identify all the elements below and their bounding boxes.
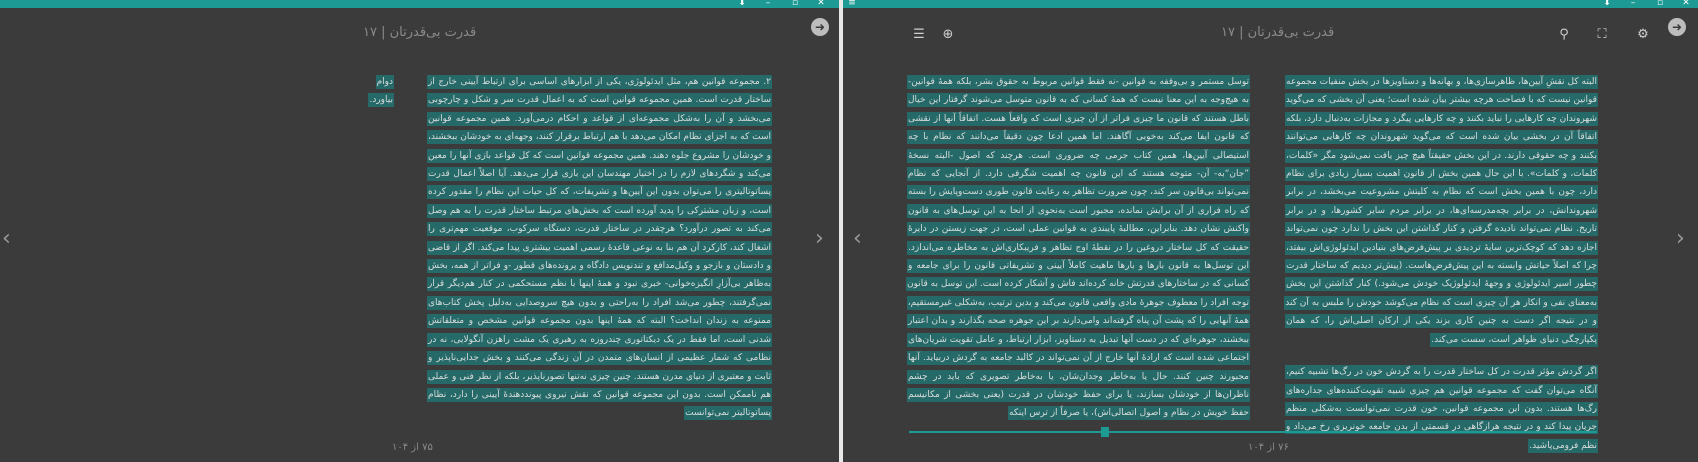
side-note: دوام بیاورد. bbox=[368, 75, 394, 108]
reading-progress-bar[interactable] bbox=[909, 431, 1597, 433]
prev-page-icon[interactable]: ‹ bbox=[853, 228, 862, 250]
download-icon[interactable]: ⬇ bbox=[735, 0, 749, 8]
title-bar: ⬇ – ▫ ✕ bbox=[0, 0, 839, 8]
page-text-column-right: البته کل نقشِ آیین‌ها، ظاهرسازی‌ها، و به… bbox=[1284, 73, 1598, 455]
back-icon[interactable]: ➜ bbox=[1668, 18, 1686, 36]
close-icon[interactable]: ✕ bbox=[1679, 0, 1693, 8]
highlighted-paragraph[interactable]: اگر گردش مؤثر قدرت در کل ساختار قدرت را … bbox=[1285, 365, 1598, 453]
reader-window-right: ≡ ⬇ – ▫ ✕ ➜ ⚙ ⛶ ⚲ ⊕ ☰ قدرت بی‌قدرتان | ۱… bbox=[843, 0, 1698, 462]
close-icon[interactable]: ✕ bbox=[814, 0, 828, 8]
reader-window-left: ⬇ – ▫ ✕ ➜ قدرت بی‌قدرتان | ۱۷ ‹ › دوام ب… bbox=[0, 0, 839, 462]
minimize-icon[interactable]: – bbox=[761, 0, 775, 8]
page-number: ۷۵ از ۱۰۴ bbox=[392, 442, 433, 453]
highlighted-paragraph[interactable]: ۲. مجموعه قوانین هم، مثل ایدئولوژی، یکی … bbox=[427, 75, 772, 421]
book-title: قدرت بی‌قدرتان | ۱۷ bbox=[1221, 25, 1335, 40]
gear-icon[interactable]: ⚙ bbox=[1635, 27, 1651, 43]
search-icon[interactable]: ⚲ bbox=[1556, 27, 1572, 43]
progress-slider-thumb[interactable] bbox=[1101, 427, 1109, 437]
book-title: قدرت بی‌قدرتان | ۱۷ bbox=[363, 25, 477, 40]
minimize-icon[interactable]: – bbox=[1626, 0, 1640, 8]
maximize-icon[interactable]: ▫ bbox=[1653, 0, 1667, 8]
prev-page-icon[interactable]: ‹ bbox=[2, 228, 11, 250]
back-icon[interactable]: ➜ bbox=[811, 18, 829, 36]
title-bar: ≡ ⬇ – ▫ ✕ bbox=[843, 0, 1698, 8]
maximize-icon[interactable]: ▫ bbox=[788, 0, 802, 8]
list-icon[interactable]: ☰ bbox=[911, 27, 927, 43]
fullscreen-icon[interactable]: ⛶ bbox=[1594, 27, 1610, 43]
download-icon[interactable]: ⬇ bbox=[1600, 0, 1614, 8]
reader-screen: ⬇ – ▫ ✕ ➜ قدرت بی‌قدرتان | ۱۷ ‹ › دوام ب… bbox=[0, 0, 1698, 462]
next-page-icon[interactable]: › bbox=[815, 228, 824, 250]
page-number: ۷۶ از ۱۰۴ bbox=[1248, 442, 1289, 453]
menu-icon[interactable]: ≡ bbox=[845, 0, 859, 8]
highlighted-paragraph[interactable]: توسل مستمر و بی‌وقفه به قوانین -نه فقط ق… bbox=[905, 75, 1250, 421]
zoom-in-icon[interactable]: ⊕ bbox=[940, 27, 956, 43]
highlighted-paragraph[interactable]: البته کل نقشِ آیین‌ها، ظاهرسازی‌ها، و به… bbox=[1284, 75, 1598, 347]
page-text-column-left: توسل مستمر و بی‌وقفه به قوانین -نه فقط ق… bbox=[905, 73, 1250, 423]
page-text-column: ۲. مجموعه قوانین هم، مثل ایدئولوژی، یکی … bbox=[427, 73, 772, 423]
next-page-icon[interactable]: › bbox=[1676, 228, 1685, 250]
